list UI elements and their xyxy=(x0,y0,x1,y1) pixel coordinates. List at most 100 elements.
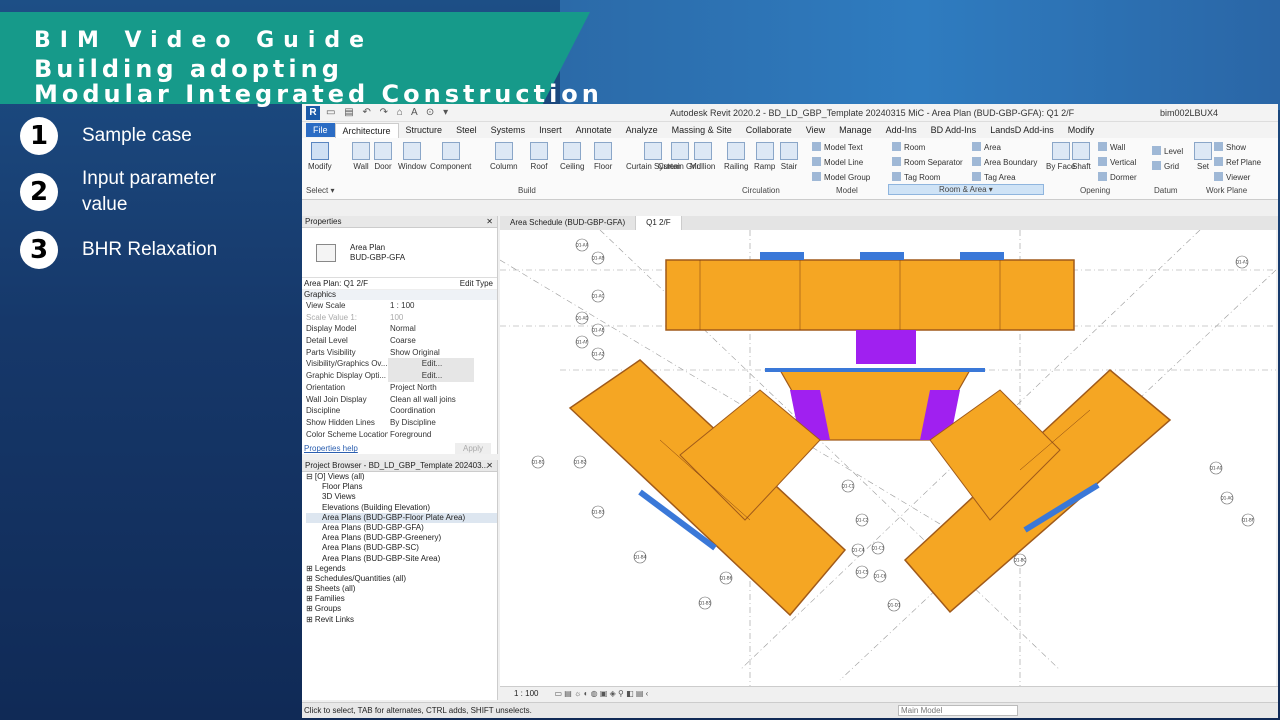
tab-modify[interactable]: Modify xyxy=(1061,123,1102,137)
tab-area-schedule[interactable]: Area Schedule (BUD-GBP-GFA) xyxy=(500,216,637,230)
browser-item[interactable]: Elevations (Building Elevation) xyxy=(306,503,497,513)
ribbon-door-button[interactable]: Door xyxy=(374,142,392,171)
grid-tag[interactable]: Q1-A0 xyxy=(1209,461,1223,475)
grid-tag[interactable]: Q1-A1 xyxy=(1235,255,1249,269)
property-value[interactable]: Edit... xyxy=(388,358,474,371)
quick-access-icons[interactable]: ▭ ▤ ↶ ↷ ⌂ A ⊙ ▾ xyxy=(326,107,451,118)
view-control-icons[interactable]: ▭ ▤ ☼ ◐ ◍ ▣ ◈ ⚲ ◧ ▤ ‹ xyxy=(554,689,648,698)
grid-tag[interactable]: Q1-AF xyxy=(575,335,589,349)
grid-tag[interactable]: Q1-AG xyxy=(1221,491,1234,505)
grid-tag[interactable]: Q1-AC xyxy=(591,289,605,303)
grid-tag[interactable]: Q1-C2 xyxy=(855,513,869,527)
property-row[interactable]: Discipline Coordination xyxy=(302,405,497,417)
ribbon-tag-room-button[interactable]: Tag Room xyxy=(892,172,940,182)
ribbon-window-button[interactable]: Window xyxy=(398,142,426,171)
ribbon-model-text-button[interactable]: Model Text xyxy=(812,142,863,152)
property-value[interactable]: Project North xyxy=(388,382,497,394)
browser-item[interactable]: 3D Views xyxy=(306,492,497,502)
grid-tag[interactable]: Q1-B1 xyxy=(531,455,545,469)
grid-tag[interactable]: Q1-B6 xyxy=(719,571,733,585)
grid-tag[interactable]: Q1-B5 xyxy=(698,596,712,610)
browser-item[interactable]: ⊞ Sheets (all) xyxy=(306,584,497,594)
ribbon-vertical-button[interactable]: Vertical xyxy=(1098,157,1136,167)
browser-item[interactable]: ⊞ Families xyxy=(306,594,497,604)
ribbon-stair-button[interactable]: Stair xyxy=(780,142,798,171)
ribbon-area-boundary-button[interactable]: Area Boundary xyxy=(972,157,1037,167)
grid-tag[interactable]: Q1-BC xyxy=(1013,553,1027,567)
revit-logo-icon[interactable]: R xyxy=(306,105,320,120)
property-row[interactable]: Parts Visibility Show Original xyxy=(302,347,497,359)
tab-steel[interactable]: Steel xyxy=(449,123,484,137)
tab-file[interactable]: File xyxy=(306,123,335,137)
tab-analyze[interactable]: Analyze xyxy=(619,123,665,137)
ribbon-wall-button[interactable]: Wall xyxy=(352,142,370,171)
browser-item[interactable]: Area Plans (BUD-GBP-Site Area) xyxy=(306,554,497,564)
browser-item[interactable]: Area Plans (BUD-GBP-Floor Plate Area) xyxy=(306,512,497,523)
property-row[interactable]: View Scale 1 : 100 xyxy=(302,300,497,312)
ribbon-shaft-button[interactable]: Shaft xyxy=(1072,142,1091,171)
close-icon[interactable]: ✕ xyxy=(486,460,493,472)
browser-item[interactable]: Area Plans (BUD-GBP-SC) xyxy=(306,543,497,553)
ribbon-group-room-area-[interactable]: Room & Area ▾ xyxy=(888,184,1044,195)
grid-tag[interactable]: Q1-BF xyxy=(1241,513,1255,527)
user-name[interactable]: bim002LBUX4 xyxy=(1160,108,1218,118)
grid-tag[interactable]: Q1-AD xyxy=(576,311,589,325)
browser-item[interactable]: Floor Plans xyxy=(306,482,497,492)
edit-type-button[interactable]: Edit Type xyxy=(460,278,493,289)
grid-tag[interactable]: Q1-A2 xyxy=(591,347,605,361)
browser-item[interactable]: Area Plans (BUD-GBP-GFA) xyxy=(306,523,497,533)
property-value[interactable]: By Discipline xyxy=(388,417,497,429)
browser-item[interactable]: ⊞ Legends xyxy=(306,564,497,574)
property-value[interactable]: Normal xyxy=(388,323,497,335)
tab-systems[interactable]: Systems xyxy=(484,123,533,137)
browser-item[interactable]: ⊞ Revit Links xyxy=(306,615,497,625)
grid-tag[interactable]: Q1-B2 xyxy=(573,455,587,469)
ribbon-railing-button[interactable]: Railing xyxy=(724,142,748,171)
apply-button[interactable]: Apply xyxy=(454,443,491,454)
browser-item[interactable]: ⊞ Groups xyxy=(306,604,497,614)
modify-button[interactable]: Modify xyxy=(308,142,332,171)
ribbon-component-button[interactable]: Component xyxy=(430,142,471,171)
ribbon-level-button[interactable]: Level xyxy=(1152,146,1183,156)
tab-annotate[interactable]: Annotate xyxy=(569,123,619,137)
grid-tag[interactable]: Q1-D1 xyxy=(888,598,901,612)
grid-tag[interactable]: Q1-C4 xyxy=(851,543,865,557)
select-dropdown[interactable]: Select ▾ xyxy=(306,186,334,195)
tab-massing-site[interactable]: Massing & Site xyxy=(665,123,739,137)
property-row[interactable]: Show Hidden Lines By Discipline xyxy=(302,417,497,429)
browser-item[interactable]: Area Plans (BUD-GBP-Greenery) xyxy=(306,533,497,543)
tab-collaborate[interactable]: Collaborate xyxy=(739,123,799,137)
ribbon-ramp-button[interactable]: Ramp xyxy=(754,142,775,171)
ribbon-column-button[interactable]: Column xyxy=(490,142,518,171)
tab-insert[interactable]: Insert xyxy=(532,123,569,137)
ribbon-ref-plane-button[interactable]: Ref Plane xyxy=(1214,157,1261,167)
view-scale-label[interactable]: 1 : 100 xyxy=(514,689,538,698)
ribbon-show-button[interactable]: Show xyxy=(1214,142,1246,152)
tab-bd-add-ins[interactable]: BD Add-Ins xyxy=(924,123,984,137)
grid-tag[interactable]: Q1-AB xyxy=(591,251,605,265)
ribbon-grid-button[interactable]: Grid xyxy=(1152,161,1179,171)
ribbon-dormer-button[interactable]: Dormer xyxy=(1098,172,1137,182)
browser-item[interactable]: ⊟ [O] Views (all) xyxy=(306,472,497,482)
property-row[interactable]: Scale Value 1: 100 xyxy=(302,312,497,324)
grid-tag[interactable]: Q1-C1 xyxy=(841,479,855,493)
ribbon-tag-area-button[interactable]: Tag Area xyxy=(972,172,1016,182)
ribbon-room-button[interactable]: Room xyxy=(892,142,925,152)
ribbon-area-button[interactable]: Area xyxy=(972,142,1001,152)
property-row[interactable]: Graphic Display Opti... Edit... xyxy=(302,370,497,382)
property-row[interactable]: Color Scheme Location Foreground xyxy=(302,429,497,441)
main-model-selector[interactable]: Main Model xyxy=(898,705,1018,716)
ribbon-model-line-button[interactable]: Model Line xyxy=(812,157,863,167)
grid-tag[interactable]: Q1-C5 xyxy=(855,565,869,579)
property-value[interactable]: Foreground xyxy=(388,429,497,441)
grid-tag[interactable]: Q1-AA xyxy=(576,238,589,252)
ribbon-ceiling-button[interactable]: Ceiling xyxy=(560,142,584,171)
ribbon-mullion-button[interactable]: Mullion xyxy=(690,142,715,171)
tab-view[interactable]: View xyxy=(799,123,832,137)
property-value[interactable]: Coarse xyxy=(388,335,497,347)
tab-structure[interactable]: Structure xyxy=(399,123,450,137)
property-row[interactable]: Wall Join Display Clean all wall joins xyxy=(302,394,497,406)
property-value[interactable]: Edit... xyxy=(388,370,474,382)
grid-tag[interactable]: Q1-C6 xyxy=(873,569,887,583)
close-icon[interactable]: ✕ xyxy=(486,216,493,228)
